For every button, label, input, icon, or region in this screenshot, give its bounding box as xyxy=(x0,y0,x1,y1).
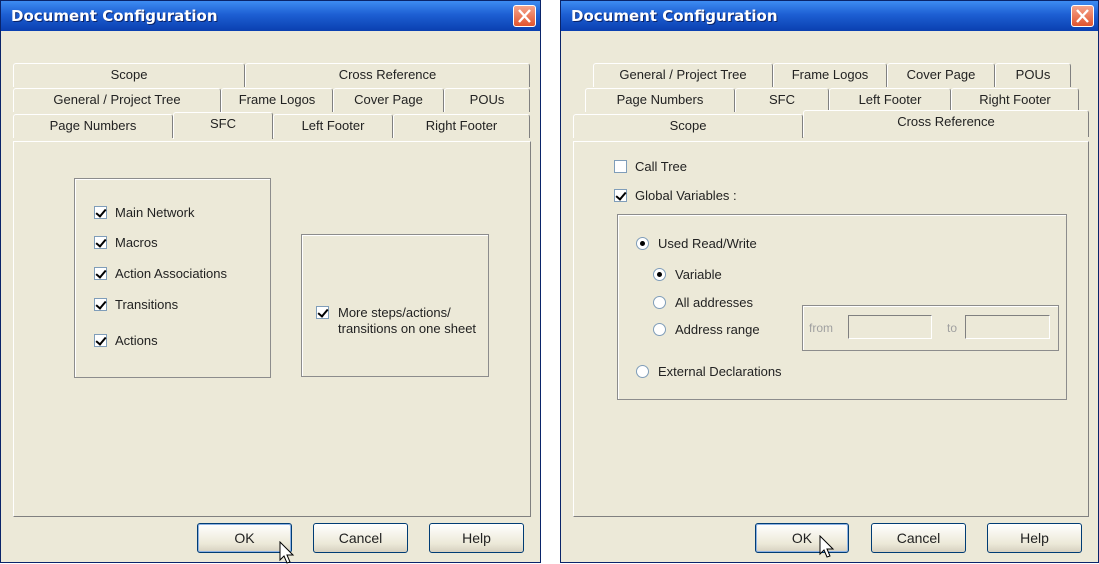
all-addresses-label: All addresses xyxy=(675,295,754,310)
all-addresses-radio[interactable] xyxy=(653,296,666,309)
help-button[interactable]: Help xyxy=(987,523,1082,553)
used-read-write-label: Used Read/Write xyxy=(658,236,757,251)
address-range-label: Address range xyxy=(675,322,760,337)
variable-radio[interactable] xyxy=(653,268,666,281)
tab-page-numbers[interactable]: Page Numbers xyxy=(585,88,735,112)
global-variables-label: Global Variables : xyxy=(635,188,737,203)
document-configuration-dialog-cross-reference: Document Configuration General / Project… xyxy=(560,0,1099,563)
dialog-title: Document Configuration xyxy=(571,7,778,25)
tab-sfc[interactable]: SFC xyxy=(173,112,273,139)
tab-sfc[interactable]: SFC xyxy=(735,88,829,112)
title-bar: Document Configuration xyxy=(561,1,1098,31)
actions-label: Actions xyxy=(115,333,158,348)
close-button[interactable] xyxy=(1071,5,1094,27)
call-tree-checkbox[interactable] xyxy=(614,160,627,173)
from-address-input[interactable] xyxy=(848,315,932,339)
tab-left-footer[interactable]: Left Footer xyxy=(273,114,393,138)
tab-left-footer[interactable]: Left Footer xyxy=(829,88,951,112)
tab-pous[interactable]: POUs xyxy=(444,88,530,112)
tab-page-numbers[interactable]: Page Numbers xyxy=(13,114,173,138)
tab-scope[interactable]: Scope xyxy=(13,63,245,87)
document-configuration-dialog-sfc: Document Configuration Scope Cross Refer… xyxy=(0,0,541,564)
title-bar: Document Configuration xyxy=(1,1,540,31)
actions-checkbox[interactable] xyxy=(94,334,107,347)
tab-right-footer[interactable]: Right Footer xyxy=(951,88,1079,112)
tab-cover-page[interactable]: Cover Page xyxy=(887,63,995,87)
close-icon xyxy=(518,9,531,23)
transitions-label: Transitions xyxy=(115,297,179,312)
call-tree-label: Call Tree xyxy=(635,159,688,174)
sfc-settings-panel: Main Network Macros Action Associations … xyxy=(13,141,531,517)
more-steps-group: More steps/actions/ transitions on one s… xyxy=(301,234,489,377)
mouse-pointer-icon xyxy=(279,541,295,564)
ok-button[interactable]: OK xyxy=(197,523,292,553)
global-variables-checkbox[interactable] xyxy=(614,189,627,202)
tab-general-project-tree[interactable]: General / Project Tree xyxy=(13,88,221,112)
to-label: to xyxy=(947,321,958,335)
sfc-elements-group: Main Network Macros Action Associations … xyxy=(74,178,271,378)
global-variables-options-group: Used Read/Write Variable All addresses A… xyxy=(617,214,1067,400)
mouse-pointer-icon xyxy=(819,535,835,558)
tab-general-project-tree[interactable]: General / Project Tree xyxy=(593,63,773,87)
tab-pous[interactable]: POUs xyxy=(995,63,1071,87)
tab-frame-logos[interactable]: Frame Logos xyxy=(221,88,333,112)
variable-label: Variable xyxy=(675,267,722,282)
more-steps-label: More steps/actions/ transitions on one s… xyxy=(338,305,477,336)
used-read-write-radio[interactable] xyxy=(636,237,649,250)
address-range-group: from to xyxy=(802,305,1059,351)
dialog-title: Document Configuration xyxy=(11,7,218,25)
close-button[interactable] xyxy=(513,5,536,27)
main-network-checkbox[interactable] xyxy=(94,206,107,219)
cross-reference-settings-panel: Call Tree Global Variables : Used Read/W… xyxy=(573,141,1089,517)
more-steps-checkbox[interactable] xyxy=(316,306,329,319)
cancel-button[interactable]: Cancel xyxy=(313,523,408,553)
address-range-radio[interactable] xyxy=(653,323,666,336)
tab-frame-logos[interactable]: Frame Logos xyxy=(773,63,887,87)
tab-cross-reference[interactable]: Cross Reference xyxy=(245,63,530,87)
close-icon xyxy=(1076,9,1089,23)
external-declarations-radio[interactable] xyxy=(636,365,649,378)
main-network-label: Main Network xyxy=(115,205,195,220)
macros-label: Macros xyxy=(115,235,158,250)
tab-right-footer[interactable]: Right Footer xyxy=(393,114,530,138)
help-button[interactable]: Help xyxy=(429,523,524,553)
transitions-checkbox[interactable] xyxy=(94,298,107,311)
to-address-input[interactable] xyxy=(965,315,1050,339)
tab-cover-page[interactable]: Cover Page xyxy=(333,88,444,112)
external-declarations-label: External Declarations xyxy=(658,364,782,379)
tab-cross-reference[interactable]: Cross Reference xyxy=(803,110,1089,137)
action-associations-label: Action Associations xyxy=(115,266,228,281)
from-label: from xyxy=(809,321,833,335)
macros-checkbox[interactable] xyxy=(94,236,107,249)
tab-scope[interactable]: Scope xyxy=(573,114,803,138)
cancel-button[interactable]: Cancel xyxy=(871,523,966,553)
action-associations-checkbox[interactable] xyxy=(94,267,107,280)
